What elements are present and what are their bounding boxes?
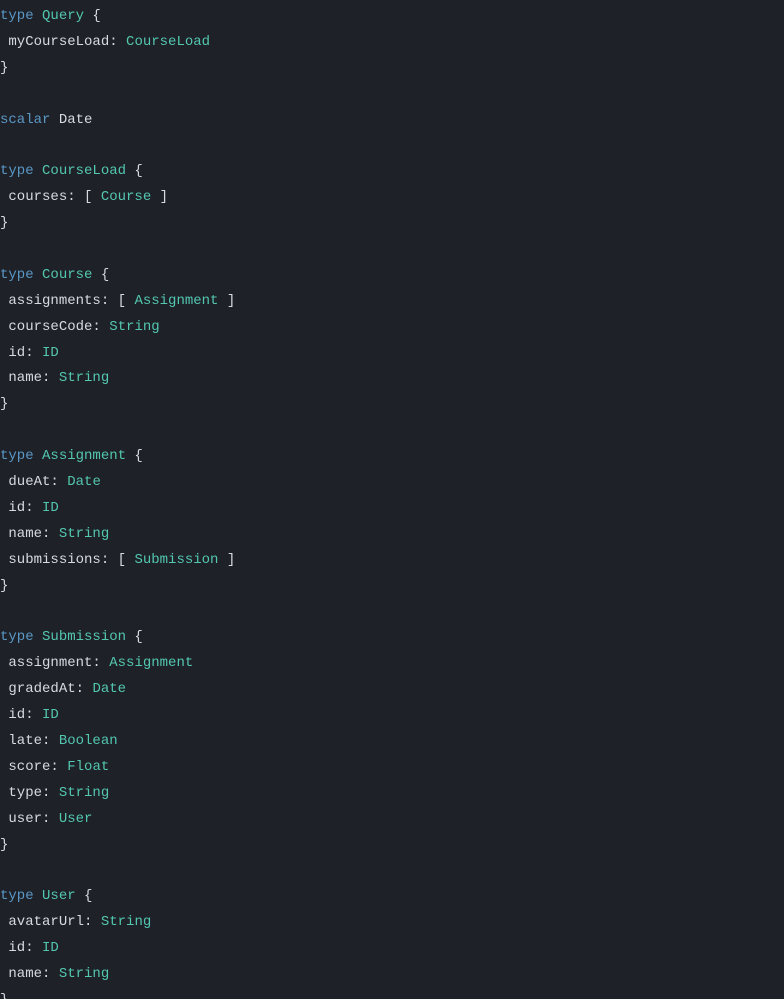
token-field: assignments xyxy=(8,293,100,309)
token-ftype: String xyxy=(59,526,109,542)
token-date: Date xyxy=(59,112,93,128)
token-ftype: ID xyxy=(42,500,59,516)
token-field: score xyxy=(8,759,50,775)
token-field: avatarUrl xyxy=(8,914,84,930)
token-brace: : [ xyxy=(101,293,135,309)
token-brace: : xyxy=(25,500,42,516)
token-brace: { xyxy=(126,448,143,464)
token-brace: : xyxy=(42,733,59,749)
token-brace: : [ xyxy=(101,552,135,568)
token-field: dueAt xyxy=(8,474,50,490)
token-brace: { xyxy=(92,267,109,283)
token-brace: : xyxy=(109,34,126,50)
token-ftype: User xyxy=(59,811,93,827)
token-kw: type xyxy=(0,163,34,179)
token-field: courseCode xyxy=(8,319,92,335)
token-field: myCourseLoad xyxy=(8,34,109,50)
token-field: id xyxy=(8,500,25,516)
token-brace: : xyxy=(42,370,59,386)
token-brace: : xyxy=(25,940,42,956)
token-brace: : xyxy=(42,966,59,982)
token-brace: } xyxy=(0,837,8,853)
token-tname: Course xyxy=(42,267,92,283)
token-tname: Assignment xyxy=(42,448,126,464)
token-ftype: ID xyxy=(42,707,59,723)
token-brace: : xyxy=(42,811,59,827)
token-brace: } xyxy=(0,396,8,412)
token-ftype: Float xyxy=(67,759,109,775)
token-brace: } xyxy=(0,992,8,999)
token-field: type xyxy=(8,785,42,801)
token-brace: } xyxy=(0,215,8,231)
token-brace: { xyxy=(126,629,143,645)
token-tname: Submission xyxy=(42,629,126,645)
token-ftype: String xyxy=(59,370,109,386)
token-brace: ] xyxy=(151,189,168,205)
token-field: id xyxy=(8,940,25,956)
token-field: name xyxy=(8,526,42,542)
token-field: name xyxy=(8,966,42,982)
token-field: id xyxy=(8,345,25,361)
token-brace: : xyxy=(25,345,42,361)
token-brace: { xyxy=(126,163,143,179)
token-ftype: Submission xyxy=(134,552,218,568)
token-ftype: Assignment xyxy=(109,655,193,671)
token-tname: User xyxy=(42,888,76,904)
token-ftype: ID xyxy=(42,345,59,361)
token-brace: } xyxy=(0,578,8,594)
token-kw: scalar xyxy=(0,112,50,128)
token-field: assignment xyxy=(8,655,92,671)
token-brace: : [ xyxy=(67,189,101,205)
token-kw: type xyxy=(0,448,34,464)
token-ftype: Date xyxy=(67,474,101,490)
token-brace: ] xyxy=(218,552,235,568)
token-brace: : xyxy=(50,474,67,490)
token-brace: : xyxy=(25,707,42,723)
token-ftype: String xyxy=(59,966,109,982)
token-brace: { xyxy=(76,888,93,904)
token-brace: : xyxy=(50,759,67,775)
token-brace: : xyxy=(42,785,59,801)
token-field: late xyxy=(8,733,42,749)
token-ftype: Boolean xyxy=(59,733,118,749)
token-brace: } xyxy=(0,60,8,76)
token-kw: type xyxy=(0,8,34,24)
token-field: name xyxy=(8,370,42,386)
token-ftype: CourseLoad xyxy=(126,34,210,50)
token-ftype: String xyxy=(59,785,109,801)
token-field: gradedAt xyxy=(8,681,75,697)
token-field: submissions xyxy=(8,552,100,568)
token-brace: : xyxy=(76,681,93,697)
token-tname: Query xyxy=(42,8,84,24)
token-brace: : xyxy=(42,526,59,542)
token-brace: { xyxy=(84,8,101,24)
token-brace: ] xyxy=(218,293,235,309)
token-kw: type xyxy=(0,629,34,645)
token-brace: : xyxy=(84,914,101,930)
token-kw: type xyxy=(0,888,34,904)
token-ftype: ID xyxy=(42,940,59,956)
token-field: id xyxy=(8,707,25,723)
token-brace: : xyxy=(92,655,109,671)
token-tname: CourseLoad xyxy=(42,163,126,179)
token-ftype: String xyxy=(101,914,151,930)
token-ftype: Course xyxy=(101,189,151,205)
token-field: courses xyxy=(8,189,67,205)
token-field: user xyxy=(8,811,42,827)
token-kw: type xyxy=(0,267,34,283)
graphql-schema-code: type Query { myCourseLoad: CourseLoad } … xyxy=(0,0,784,999)
token-brace: : xyxy=(92,319,109,335)
token-ftype: Assignment xyxy=(134,293,218,309)
token-ftype: Date xyxy=(92,681,126,697)
token-ftype: String xyxy=(109,319,159,335)
